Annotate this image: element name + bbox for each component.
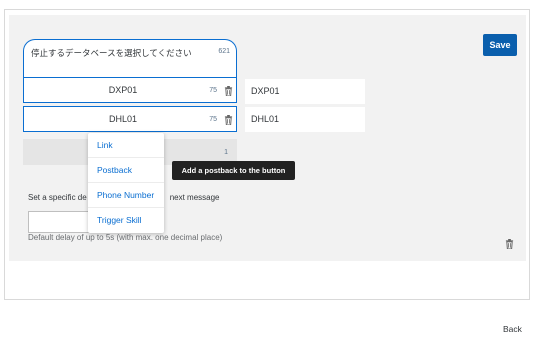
question-text-field[interactable]: 停止するデータベースを選択してください 621 <box>23 39 237 77</box>
button-type-menu: Link Postback Phone Number Trigger Skill <box>88 133 164 233</box>
new-button-char-count: 1 <box>224 149 228 156</box>
button-char-count: 75 <box>209 87 217 94</box>
button-char-count: 75 <box>209 116 217 123</box>
button-value-field-dxp01[interactable]: DXP01 <box>245 79 365 104</box>
save-button[interactable]: Save <box>483 34 517 56</box>
menu-item-phone-number[interactable]: Phone Number <box>88 183 164 208</box>
delay-hint: Default delay of up to 5s (with max. one… <box>28 233 223 242</box>
delay-label-end: next message <box>169 193 220 202</box>
quick-reply-button-dxp01[interactable]: DXP01 75 <box>23 77 237 103</box>
question-char-count: 621 <box>218 48 230 55</box>
trash-icon[interactable] <box>224 86 233 96</box>
tooltip: Add a postback to the button <box>172 161 295 180</box>
trash-icon[interactable] <box>505 239 514 249</box>
delay-label-start: Set a specific de <box>28 193 87 202</box>
trash-icon[interactable] <box>224 115 233 125</box>
back-button[interactable]: Back <box>503 324 522 334</box>
button-value-field-dhl01[interactable]: DHL01 <box>245 107 365 132</box>
delay-input[interactable] <box>28 211 96 233</box>
menu-item-trigger-skill[interactable]: Trigger Skill <box>88 208 164 233</box>
button-label: DHL01 <box>108 114 137 124</box>
menu-item-postback[interactable]: Postback <box>88 158 164 183</box>
menu-item-link[interactable]: Link <box>88 133 164 158</box>
button-label: DXP01 <box>108 85 138 95</box>
question-text: 停止するデータベースを選択してください <box>31 48 192 58</box>
quick-reply-button-dhl01[interactable]: DHL01 75 <box>23 106 237 132</box>
